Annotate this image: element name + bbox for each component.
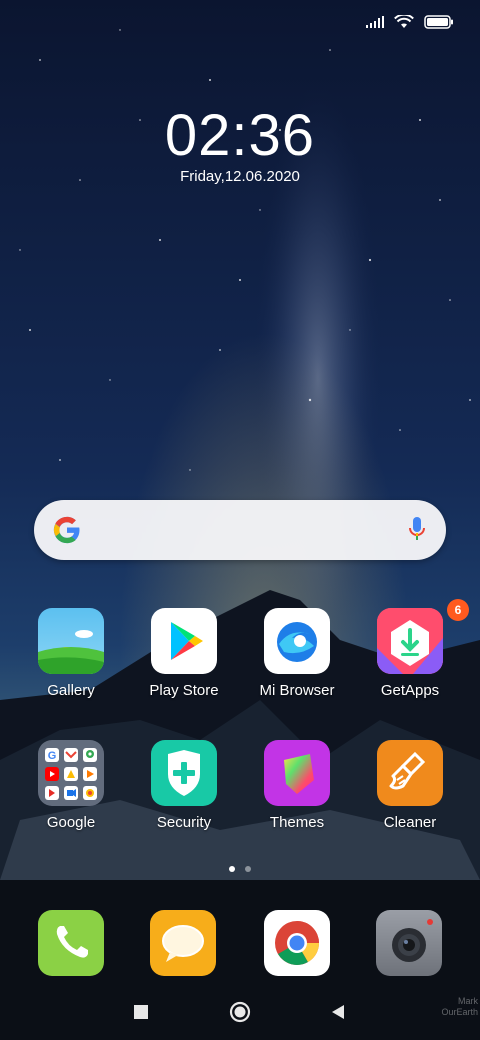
status-bar [366, 10, 454, 34]
battery-icon [424, 15, 453, 29]
page-indicator [0, 866, 480, 872]
app-label: Mi Browser [259, 682, 335, 699]
notification-badge: 6 [447, 599, 469, 621]
google-folder-icon: G [38, 740, 104, 806]
play-store-icon [151, 608, 217, 674]
app-label: GetApps [380, 682, 440, 699]
getapps-icon [377, 608, 443, 674]
watermark: Mark OurEarth [441, 996, 478, 1018]
camera-icon[interactable] [376, 910, 442, 976]
app-label: Cleaner [383, 814, 437, 831]
security-icon [151, 740, 217, 806]
app-folder-google[interactable]: G Google [21, 740, 121, 832]
app-cleaner[interactable]: Cleaner [360, 740, 460, 832]
app-label: Security [156, 814, 212, 831]
themes-icon [264, 740, 330, 806]
google-search-bar[interactable] [34, 500, 446, 560]
mic-icon[interactable] [408, 516, 426, 544]
gallery-icon [38, 608, 104, 674]
back-icon[interactable] [331, 1004, 345, 1020]
app-label: Google [46, 814, 96, 831]
app-mi-browser[interactable]: Mi Browser [247, 608, 347, 700]
app-getapps[interactable]: 6 GetApps [360, 599, 469, 700]
mi-browser-icon [264, 608, 330, 674]
app-label: Themes [269, 814, 325, 831]
cleaner-icon [377, 740, 443, 806]
app-security[interactable]: Security [134, 740, 234, 832]
watermark-line-1: Mark [458, 996, 478, 1006]
app-label: Play Store [149, 682, 219, 699]
app-play-store[interactable]: Play Store [134, 608, 234, 700]
recents-icon[interactable] [133, 1004, 149, 1020]
page-dot-2[interactable] [245, 866, 251, 872]
app-themes[interactable]: Themes [247, 740, 347, 832]
home-icon[interactable] [229, 1001, 251, 1023]
signal-icon [366, 16, 384, 28]
app-label: Gallery [47, 682, 95, 699]
chrome-icon[interactable] [264, 910, 330, 976]
clock-time: 02:36 [164, 103, 316, 168]
wifi-icon [394, 15, 414, 28]
svg-text:G: G [48, 750, 57, 762]
google-g-icon [53, 516, 80, 544]
watermark-line-2: OurEarth [441, 1007, 478, 1017]
app-gallery[interactable]: Gallery [21, 608, 121, 700]
clock-date: Friday,12.06.2020 [180, 168, 300, 185]
phone-icon[interactable] [38, 910, 104, 976]
messages-icon[interactable] [150, 910, 216, 976]
navigation-bar [0, 996, 480, 1028]
clock-widget[interactable]: 02:36 Friday,12.06.2020 [0, 104, 480, 186]
page-dot-1[interactable] [229, 866, 235, 872]
